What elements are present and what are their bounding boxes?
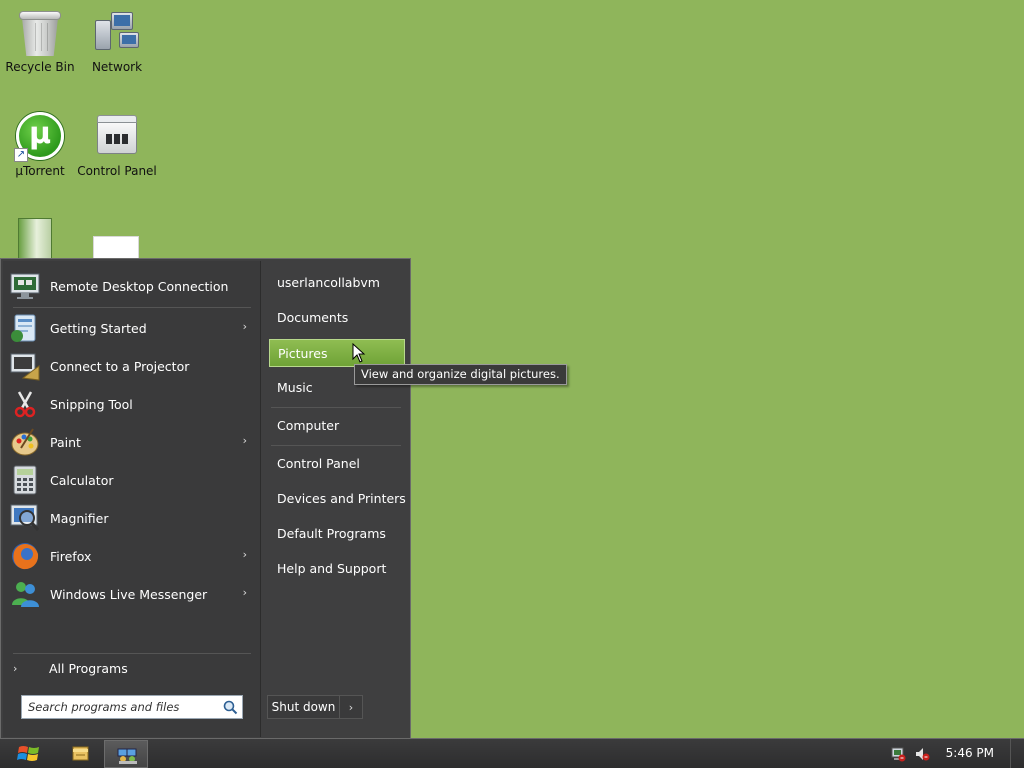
utorrent-icon: µ ↗ xyxy=(14,112,64,162)
desktop-icon-label: µTorrent xyxy=(15,164,65,178)
program-firefox[interactable]: Firefox › xyxy=(9,539,253,573)
network-status-icon[interactable] xyxy=(890,746,906,762)
shortcut-arrow-icon: ↗ xyxy=(14,148,28,162)
program-label: Getting Started xyxy=(50,320,147,336)
messenger-icon xyxy=(9,578,41,610)
separator xyxy=(13,653,251,654)
program-label: Remote Desktop Connection xyxy=(50,278,229,294)
all-programs-label: All Programs xyxy=(49,660,128,676)
place-devices-and-printers[interactable]: Devices and Printers xyxy=(269,485,406,513)
calculator-icon xyxy=(9,464,41,496)
desktop-icon-label: Network xyxy=(91,60,143,74)
desktop-icon-control-panel[interactable]: Control Panel xyxy=(77,112,157,178)
program-label: Firefox xyxy=(50,548,92,564)
submenu-arrow-icon: › xyxy=(242,434,247,447)
shutdown-options-chevron-icon[interactable]: › xyxy=(340,701,362,714)
taskbar-windows-explorer[interactable] xyxy=(58,740,102,768)
desktop-icon-label: Recycle Bin xyxy=(5,60,75,74)
place-help-and-support[interactable]: Help and Support xyxy=(269,555,405,583)
volume-muted-icon[interactable] xyxy=(914,746,930,762)
place-control-panel[interactable]: Control Panel xyxy=(269,450,405,478)
getting-started-icon xyxy=(9,312,41,344)
program-label: Snipping Tool xyxy=(50,396,133,412)
separator xyxy=(271,445,401,446)
program-label: Connect to a Projector xyxy=(50,358,190,374)
projector-icon xyxy=(9,350,41,382)
taskbar-clock[interactable]: 5:46 PM xyxy=(946,746,994,760)
program-calculator[interactable]: Calculator xyxy=(9,463,253,497)
network-icon xyxy=(93,8,141,56)
recycle-bin-icon xyxy=(16,8,64,56)
place-default-programs[interactable]: Default Programs xyxy=(269,520,405,548)
show-desktop-button[interactable] xyxy=(1010,739,1024,768)
desktop-icon-partial[interactable] xyxy=(18,218,52,262)
program-getting-started[interactable]: Getting Started › xyxy=(9,311,253,345)
scissors-icon xyxy=(9,388,41,420)
search-input[interactable] xyxy=(28,699,218,715)
paint-palette-icon xyxy=(9,426,41,458)
program-windows-live-messenger[interactable]: Windows Live Messenger › xyxy=(9,577,253,611)
search-box[interactable] xyxy=(21,695,243,719)
windows-logo-icon xyxy=(17,746,39,761)
taskbar-network-connections[interactable] xyxy=(104,740,148,768)
desktop-icon-utorrent[interactable]: µ ↗ µTorrent xyxy=(0,112,80,178)
program-paint[interactable]: Paint › xyxy=(9,425,253,459)
program-remote-desktop-connection[interactable]: Remote Desktop Connection xyxy=(9,269,253,303)
magnifier-icon xyxy=(9,502,41,534)
desktop-icon-network[interactable]: Network xyxy=(77,8,157,74)
all-programs-button[interactable]: › All Programs xyxy=(13,657,251,679)
place-documents[interactable]: Documents xyxy=(269,304,405,332)
program-connect-to-a-projector[interactable]: Connect to a Projector xyxy=(9,349,253,383)
program-snipping-tool[interactable]: Snipping Tool xyxy=(9,387,253,421)
shutdown-button-group: Shut down › xyxy=(267,695,363,719)
pictures-tooltip: View and organize digital pictures. xyxy=(354,364,567,385)
desktop-icon-label: Control Panel xyxy=(77,164,157,178)
control-panel-icon xyxy=(93,112,141,160)
submenu-arrow-icon: › xyxy=(242,586,247,599)
shutdown-button[interactable]: Shut down xyxy=(268,696,340,718)
place-user-folder[interactable]: userlancollabvm xyxy=(269,269,405,297)
mouse-cursor-icon xyxy=(352,343,366,363)
program-label: Calculator xyxy=(50,472,114,488)
place-pictures[interactable]: Pictures xyxy=(269,339,405,367)
taskbar: 5:46 PM xyxy=(0,738,1024,768)
chevron-right-icon: › xyxy=(13,661,18,675)
firefox-icon xyxy=(9,540,41,572)
remote-desktop-icon xyxy=(9,270,41,302)
search-icon[interactable] xyxy=(222,699,238,715)
program-magnifier[interactable]: Magnifier xyxy=(9,501,253,535)
start-menu: Remote Desktop Connection Getting Starte… xyxy=(0,258,411,738)
network-connections-icon xyxy=(117,748,137,764)
separator xyxy=(271,407,401,408)
separator xyxy=(13,307,251,308)
program-label: Paint xyxy=(50,434,81,450)
desktop-icon-recycle-bin[interactable]: Recycle Bin xyxy=(0,8,80,74)
submenu-arrow-icon: › xyxy=(242,548,247,561)
windows-explorer-icon xyxy=(72,746,89,761)
program-label: Magnifier xyxy=(50,510,109,526)
start-button[interactable] xyxy=(10,741,48,767)
submenu-arrow-icon: › xyxy=(242,320,247,333)
place-computer[interactable]: Computer xyxy=(269,412,405,440)
program-label: Windows Live Messenger xyxy=(50,586,208,602)
